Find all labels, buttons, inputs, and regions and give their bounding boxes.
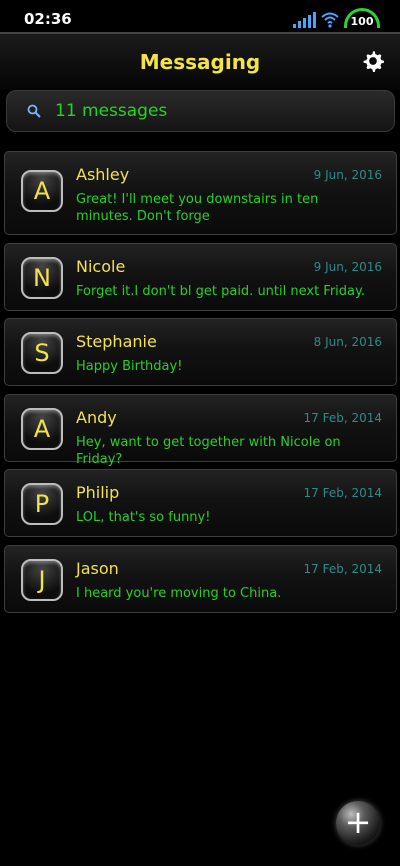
message-preview: Forget it.I don't bl get paid. until nex… — [76, 284, 365, 299]
message-preview: LOL, that's so funny! — [76, 510, 211, 525]
status-time: 02:36 — [24, 10, 72, 28]
message-date: 17 Feb, 2014 — [303, 562, 383, 576]
message-date: 17 Feb, 2014 — [303, 411, 383, 425]
message-count: 11 messages — [55, 101, 168, 121]
contact-name: Philip — [76, 483, 120, 502]
battery-level: 100 — [350, 15, 374, 28]
contact-name: Jason — [76, 559, 119, 578]
message-date: 8 Jun, 2016 — [313, 335, 382, 349]
avatar: A — [21, 170, 63, 212]
message-date: 9 Jun, 2016 — [313, 168, 382, 182]
new-message-button[interactable]: + — [336, 801, 380, 845]
conversation-item[interactable]: S Stephanie 8 Jun, 2016 Happy Birthday! — [4, 318, 397, 386]
status-bar: 02:36 100 — [0, 0, 400, 32]
search-bar[interactable]: 11 messages — [6, 90, 395, 132]
search-icon — [27, 104, 41, 118]
avatar: A — [21, 408, 63, 450]
page-title: Messaging — [139, 50, 261, 74]
avatar: N — [21, 257, 63, 299]
wifi-icon — [321, 12, 339, 28]
message-preview: Great! I'll meet you downstairs in ten m… — [76, 192, 319, 224]
battery-icon: 100 — [344, 8, 380, 28]
plus-icon: + — [344, 803, 372, 841]
conversation-item[interactable]: J Jason 17 Feb, 2014 I heard you're movi… — [4, 545, 397, 613]
message-preview: Hey, want to get together with Nicole on… — [76, 435, 341, 467]
contact-name: Andy — [76, 408, 117, 427]
avatar: J — [21, 559, 63, 601]
message-preview: Happy Birthday! — [76, 359, 183, 374]
message-date: 9 Jun, 2016 — [313, 260, 382, 274]
contact-name: Stephanie — [76, 332, 157, 351]
avatar: P — [21, 483, 63, 525]
status-icons: 100 — [293, 8, 380, 28]
conversation-item[interactable]: N Nicole 9 Jun, 2016 Forget it.I don't b… — [4, 243, 397, 311]
conversation-item[interactable]: P Philip 17 Feb, 2014 LOL, that's so fun… — [4, 469, 397, 537]
avatar: S — [21, 332, 63, 374]
app-bar: Messaging — [0, 32, 400, 90]
message-preview: I heard you're moving to China. — [76, 586, 282, 601]
gear-icon[interactable] — [362, 50, 384, 72]
contact-name: Nicole — [76, 257, 126, 276]
contact-name: Ashley — [76, 165, 130, 184]
conversation-item[interactable]: A Andy 17 Feb, 2014 Hey, want to get tog… — [4, 394, 397, 467]
conversation-item[interactable]: A Ashley 9 Jun, 2016 Great! I'll meet yo… — [4, 151, 397, 235]
message-date: 17 Feb, 2014 — [303, 486, 383, 500]
signal-icon — [293, 12, 316, 28]
